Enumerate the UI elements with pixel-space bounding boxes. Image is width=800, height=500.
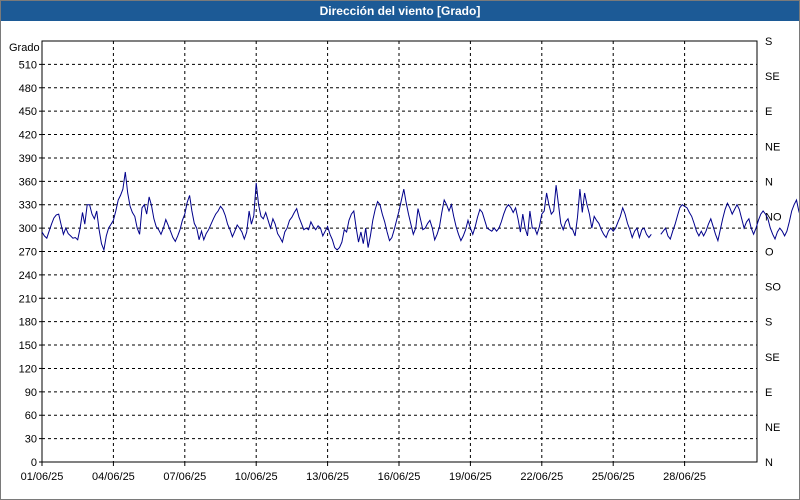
y-tick-label: 450 [19,106,37,118]
y-tick-label: 360 [19,176,37,188]
x-tick-label: 16/06/25 [378,471,421,483]
right-tick-label: NE [765,141,780,153]
right-tick-label: N [765,457,773,469]
x-tick-label: 07/06/25 [163,471,206,483]
x-tick-label: 25/06/25 [592,471,635,483]
right-tick-label: O [765,247,774,259]
y-tick-label: 210 [19,293,37,305]
y-tick-label: 330 [19,200,37,212]
y-tick-label: 150 [19,340,37,352]
y-axis: 0 30 60 90 120 150 180 210 240 270 300 330 360 390 420… [19,59,42,469]
y-tick-label: 180 [19,317,37,329]
right-tick-label: SE [765,352,780,364]
y-tick-label: 480 [19,83,37,95]
y-axis-label: Grado [9,42,40,54]
y-tick-label: 270 [19,247,37,259]
x-axis: 01/06/25 04/06/25 07/06/25 10/06/25 13/06/25… [21,462,706,483]
x-tick-label: 04/06/25 [92,471,135,483]
y-tick-label: 510 [19,59,37,71]
right-tick-label: NE [765,422,780,434]
y-tick-label: 300 [19,223,37,235]
right-tick-label: E [765,106,772,118]
right-tick-label: S [765,36,772,48]
y-tick-label: 390 [19,153,37,165]
y-tick-label: 420 [19,130,37,142]
right-tick-label: N [765,176,773,188]
y-tick-label: 90 [25,387,37,399]
right-axis: NNEESESSOONONNEESES [765,36,782,469]
y-tick-label: 0 [31,457,37,469]
y-tick-label: 120 [19,363,37,375]
y-tick-label: 240 [19,270,37,282]
y-tick-label: 60 [25,410,37,422]
right-tick-label: SO [765,282,781,294]
chart-svg: 0 30 60 90 120 150 180 210 240 270 300 330 360 390 420… [9,36,799,483]
right-tick-label: E [765,387,772,399]
chart-window: Dirección del viento [Grado] 0 30 60 90 120 1… [0,0,800,500]
y-tick-label: 30 [25,434,37,446]
x-tick-label: 13/06/25 [306,471,349,483]
x-tick-label: 28/06/25 [663,471,706,483]
x-tick-label: 01/06/25 [21,471,64,483]
x-tick-label: 10/06/25 [235,471,278,483]
right-tick-label: SE [765,71,780,83]
right-tick-label: S [765,317,772,329]
x-tick-label: 22/06/25 [520,471,563,483]
x-tick-label: 19/06/25 [449,471,492,483]
